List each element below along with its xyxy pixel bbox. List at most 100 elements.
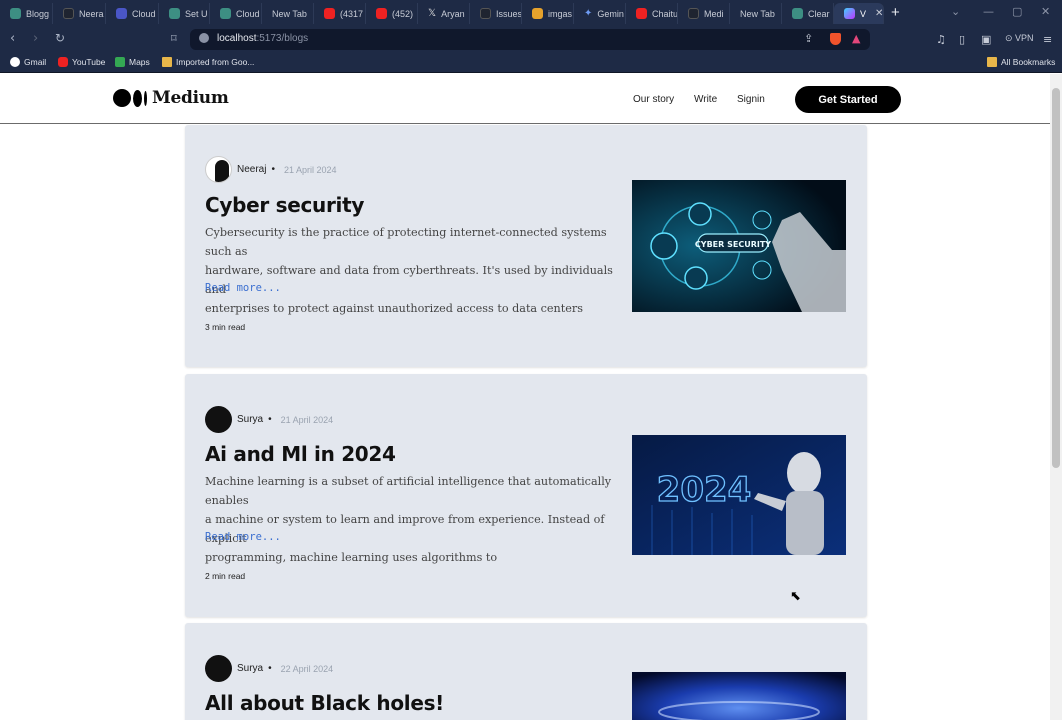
browser-tab[interactable]: imgas — [522, 3, 574, 24]
sidebar-icon[interactable]: ▯ — [959, 33, 965, 46]
excerpt-line: enterprises to protect against unauthori… — [205, 302, 583, 315]
forward-icon[interactable]: › — [33, 31, 38, 46]
read-more-link[interactable]: Read more... — [205, 531, 281, 543]
browser-tab[interactable]: (4317 — [314, 3, 366, 24]
bookmark-maps[interactable]: Maps — [115, 57, 150, 67]
browser-tab[interactable]: Chaitu — [626, 3, 678, 24]
blog-card[interactable]: Surya • 21 April 2024 Ai and Ml in 2024 … — [185, 374, 867, 617]
bookmark-icon[interactable]: ⌑ — [171, 32, 177, 45]
vpn-label: VPN — [1015, 33, 1034, 43]
web-page: Medium Our story Write Signin Get Starte… — [0, 74, 1062, 720]
maps-icon — [115, 57, 125, 67]
site-info-icon[interactable] — [199, 33, 209, 43]
author-name: Neeraj — [237, 164, 267, 175]
google-icon — [10, 57, 20, 67]
excerpt-line: programming, machine learning uses algor… — [205, 551, 498, 564]
gemini-icon: ✦ — [584, 8, 593, 19]
image-text: 2024 — [657, 470, 752, 510]
youtube-icon — [324, 8, 335, 19]
avatar — [205, 156, 232, 183]
brave-rewards-icon[interactable]: ▲ — [852, 32, 860, 45]
excerpt-line: Machine learning is a subset of artifici… — [205, 475, 612, 507]
post-thumbnail[interactable]: 2024 — [632, 435, 846, 555]
vpn-button[interactable]: ⊙ VPN — [1005, 33, 1034, 44]
browser-tab[interactable]: Set U — [159, 3, 210, 24]
blog-card[interactable]: Surya • 22 April 2024 All about Black ho… — [185, 623, 867, 720]
back-icon[interactable]: ‹ — [10, 31, 15, 46]
close-tab-icon[interactable]: ✕ — [875, 8, 883, 19]
tab-favicon-icon — [688, 8, 699, 19]
reload-icon[interactable]: ↻ — [55, 31, 65, 45]
browser-tab[interactable]: New Tab — [262, 3, 314, 24]
youtube-icon — [376, 8, 387, 19]
scrollbar-thumb[interactable] — [1052, 88, 1060, 468]
url-text: localhost:5173/blogs — [217, 33, 309, 44]
post-excerpt: Cybersecurity is the practice of protect… — [205, 223, 630, 318]
browser-tab[interactable]: New Tab — [730, 3, 782, 24]
nav-our-story[interactable]: Our story — [633, 94, 674, 105]
cyber-security-image: CYBER SECURITY — [632, 180, 846, 312]
browser-toolbar: ‹ › ↻ ⌑ localhost:5173/blogs ⇪ ▲ ♫ ▯ ▣ ⊙… — [0, 27, 1062, 53]
read-time: 2 min read — [205, 571, 246, 581]
new-tab-button[interactable]: + — [891, 4, 900, 21]
menu-icon[interactable]: ≡ — [1043, 33, 1052, 46]
get-started-button[interactable]: Get Started — [795, 86, 901, 113]
share-icon[interactable]: ⇪ — [804, 32, 813, 45]
tab-favicon-icon — [63, 8, 74, 19]
vite-icon — [844, 8, 855, 19]
github-icon — [480, 8, 491, 19]
tab-search-icon[interactable]: ⌄ — [951, 5, 960, 18]
youtube-icon — [58, 57, 68, 67]
post-thumbnail[interactable] — [632, 672, 846, 720]
tab-favicon-icon — [116, 8, 127, 19]
tab-favicon-icon — [10, 8, 21, 19]
post-thumbnail[interactable]: CYBER SECURITY — [632, 180, 846, 312]
browser-tab[interactable]: Cloud — [106, 3, 159, 24]
music-icon[interactable]: ♫ — [936, 33, 946, 46]
medium-logo[interactable]: Medium — [113, 88, 229, 108]
close-window-icon[interactable]: ✕ — [1041, 5, 1050, 18]
brave-shield-icon[interactable] — [830, 33, 841, 45]
all-bookmarks[interactable]: All Bookmarks — [987, 57, 1055, 67]
author-name: Surya — [237, 663, 264, 674]
browser-tab[interactable]: Issues — [470, 3, 522, 24]
minimize-icon[interactable]: — — [983, 5, 994, 18]
avatar — [205, 655, 232, 682]
author-name: Surya — [237, 414, 264, 425]
logo-text: Medium — [152, 88, 229, 108]
tab-favicon-icon — [220, 8, 231, 19]
post-excerpt: Machine learning is a subset of artifici… — [205, 472, 630, 567]
folder-icon — [987, 57, 997, 67]
browser-tab[interactable]: Blogg — [0, 3, 53, 24]
image-text: CYBER SECURITY — [695, 240, 771, 249]
separator: • — [268, 663, 272, 674]
nav-write[interactable]: Write — [694, 94, 717, 105]
browser-tab[interactable]: 𝕏 Aryan — [418, 3, 470, 24]
tab-favicon-icon — [532, 8, 543, 19]
page-scrollbar[interactable] — [1050, 74, 1062, 720]
separator: • — [271, 164, 275, 175]
mouse-cursor-icon: ⬉ — [790, 589, 801, 604]
browser-tab[interactable]: Cloud — [210, 3, 262, 24]
post-author: Surya • 22 April 2024 — [205, 655, 333, 682]
browser-tab[interactable]: Medi — [678, 3, 730, 24]
post-title[interactable]: All about Black holes! — [205, 691, 444, 715]
browser-tab[interactable]: Neera — [53, 3, 106, 24]
read-more-link[interactable]: Read more... — [205, 282, 281, 294]
nav-signin[interactable]: Signin — [737, 94, 765, 105]
browser-tab[interactable]: Clear — [782, 3, 834, 24]
post-title[interactable]: Ai and Ml in 2024 — [205, 442, 396, 466]
maximize-icon[interactable]: ▢ — [1012, 5, 1022, 18]
browser-tab-active[interactable]: V ✕ — [834, 3, 884, 24]
wallet-icon[interactable]: ▣ — [981, 33, 991, 46]
post-title[interactable]: Cyber security — [205, 193, 364, 217]
post-author: Neeraj • 21 April 2024 — [205, 156, 337, 183]
address-bar[interactable]: localhost:5173/blogs ⇪ ▲ — [190, 29, 870, 50]
blog-card[interactable]: Neeraj • 21 April 2024 Cyber security Cy… — [185, 125, 867, 367]
bookmark-folder-imported[interactable]: Imported from Goo... — [162, 57, 254, 67]
post-author: Surya • 21 April 2024 — [205, 406, 333, 433]
bookmark-gmail[interactable]: Gmail — [10, 57, 46, 67]
browser-tab[interactable]: (452) — [366, 3, 418, 24]
browser-tab[interactable]: ✦ Gemin — [574, 3, 626, 24]
bookmark-youtube[interactable]: YouTube — [58, 57, 105, 67]
